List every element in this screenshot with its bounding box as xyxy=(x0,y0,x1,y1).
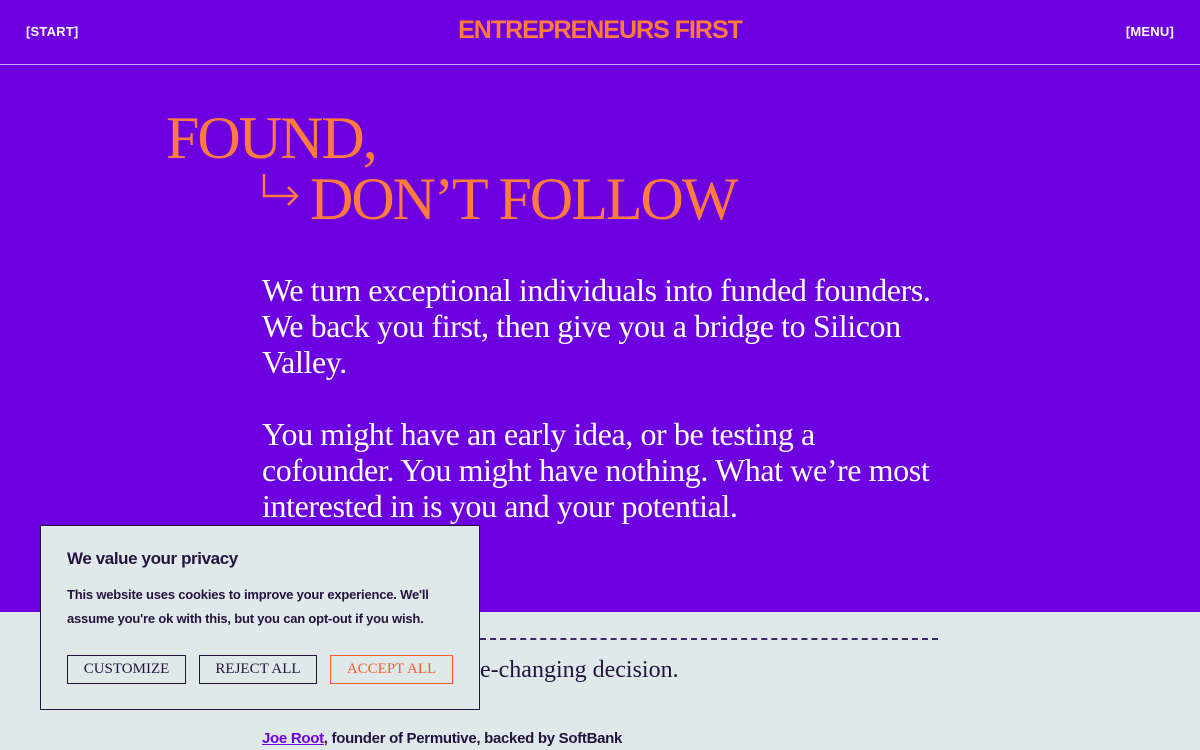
intro-paragraph-1: We turn exceptional individuals into fun… xyxy=(262,272,931,380)
site-logo[interactable]: ENTREPRENEURS FIRST xyxy=(0,16,1200,45)
testimonial-quote-text: fe-changing decision. xyxy=(472,657,679,683)
cookie-title: We value your privacy xyxy=(67,549,238,568)
dashed-divider xyxy=(470,638,938,640)
reject-all-button[interactable]: REJECT ALL xyxy=(199,655,317,684)
hero-heading-line2: DON’T FOLLOW xyxy=(310,166,738,232)
cookie-description: This website uses cookies to improve you… xyxy=(67,587,429,626)
customize-button[interactable]: CUSTOMIZE xyxy=(67,655,186,684)
author-link[interactable]: Joe Root xyxy=(262,730,324,747)
testimonial-attribution: Joe Root, founder of Permutive, backed b… xyxy=(262,730,622,747)
site-header: [START] ENTREPRENEURS FIRST [MENU] xyxy=(0,0,1200,65)
intro-paragraph-2: You might have an early idea, or be test… xyxy=(262,416,930,524)
intro-text: We turn exceptional individuals into fun… xyxy=(262,272,942,524)
arrow-down-right-icon xyxy=(262,174,299,206)
cookie-banner: We value your privacy This website uses … xyxy=(40,525,480,710)
hero-heading-line1: FOUND, xyxy=(166,105,378,171)
accept-all-button[interactable]: ACCEPT ALL xyxy=(330,655,453,684)
menu-button[interactable]: [MENU] xyxy=(1126,24,1174,39)
author-description: , founder of Permutive, backed by SoftBa… xyxy=(323,730,623,747)
